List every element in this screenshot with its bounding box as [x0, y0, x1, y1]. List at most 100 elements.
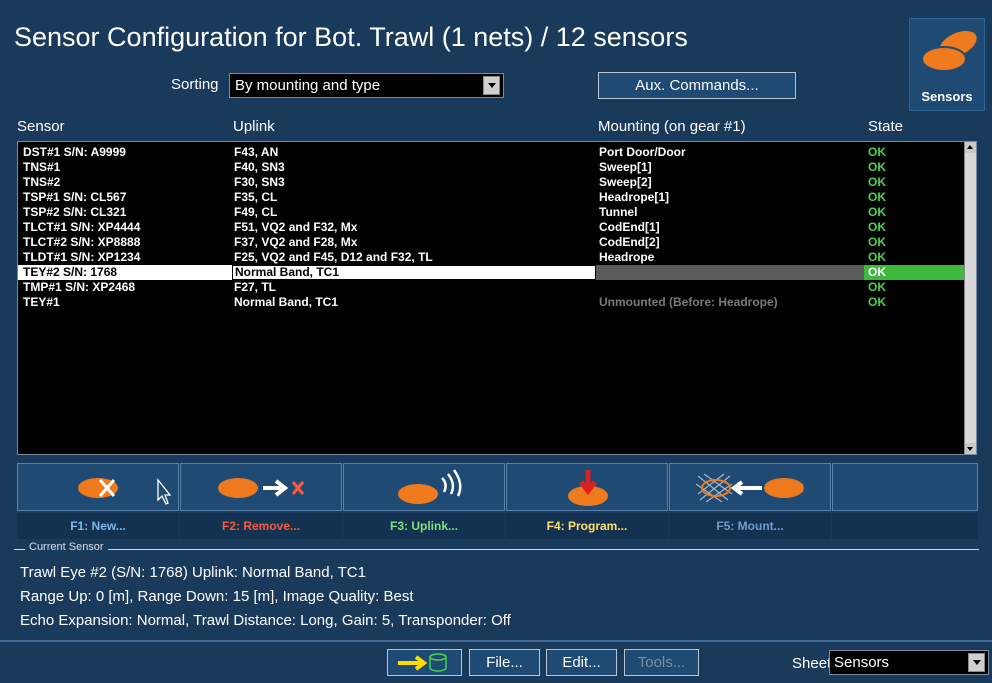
edit-button[interactable]: Edit...: [546, 649, 617, 676]
sensor-cell: DST#1 S/N: A9999: [23, 145, 126, 159]
sorting-value: By mounting and type: [235, 77, 381, 94]
uplink-cell: Normal Band, TC1: [232, 265, 596, 280]
f1-label: F1: New...: [17, 513, 179, 539]
mounting-cell: Tunnel: [599, 205, 638, 219]
table-row[interactable]: TEY#1 Normal Band, TC1 Unmounted (Before…: [18, 295, 963, 310]
table-row[interactable]: TLDT#1 S/N: XP1234 F25, VQ2 and F45, D12…: [18, 250, 963, 265]
f3-uplink-button[interactable]: F3: Uplink...: [343, 463, 505, 539]
mounting-cell: [596, 265, 864, 280]
state-cell: OK: [868, 160, 886, 174]
function-key-bar: F1: New... F2: Remove... F3: Uplink... F…: [17, 463, 978, 539]
table-row[interactable]: TNS#2 F30, SN3 Sweep[2] OK: [18, 175, 963, 190]
sensor-list[interactable]: DST#1 S/N: A9999 F43, AN Port Door/Door …: [17, 141, 977, 455]
table-row[interactable]: TMP#1 S/N: XP2468 F27, TL OK: [18, 280, 963, 295]
chevron-down-icon[interactable]: [483, 76, 500, 95]
table-row[interactable]: TSP#1 S/N: CL567 F35, CL Headrope[1] OK: [18, 190, 963, 205]
current-sensor-legend: Current Sensor: [25, 541, 108, 553]
table-row[interactable]: DST#1 S/N: A9999 F43, AN Port Door/Door …: [18, 145, 963, 160]
sensor-cell: TNS#1: [23, 160, 61, 174]
uplink-cell: F30, SN3: [234, 175, 285, 189]
uplink-cell: Normal Band, TC1: [234, 295, 339, 309]
f2-remove-button[interactable]: F2: Remove...: [180, 463, 342, 539]
mounting-cell: Sweep[2]: [599, 175, 652, 189]
column-header-state[interactable]: State: [868, 118, 903, 135]
sensor-cell: TSP#2 S/N: CL321: [23, 205, 127, 219]
state-cell: OK: [868, 220, 886, 234]
f6-empty-button[interactable]: [832, 463, 978, 539]
aux-commands-button[interactable]: Aux. Commands...: [598, 72, 796, 99]
sensor-cell: TSP#1 S/N: CL567: [23, 190, 127, 204]
uplink-cell: F43, AN: [234, 145, 279, 159]
uplink-icon: [398, 469, 462, 504]
f1-new-button[interactable]: F1: New...: [17, 463, 179, 539]
uplink-cell: F27, TL: [234, 280, 277, 294]
column-header-sensor[interactable]: Sensor: [17, 118, 65, 135]
table-row[interactable]: TSP#2 S/N: CL321 F49, CL Tunnel OK: [18, 205, 963, 220]
mounting-cell: CodEnd[2]: [599, 235, 660, 249]
mounting-cell: Sweep[1]: [599, 160, 652, 174]
scroll-down-icon[interactable]: [965, 443, 976, 454]
f3-label: F3: Uplink...: [343, 513, 505, 539]
state-cell: OK: [868, 280, 886, 294]
current-sensor-line-1: Trawl Eye #2 (S/N: 1768) Uplink: Normal …: [20, 564, 366, 581]
file-button[interactable]: File...: [469, 649, 540, 676]
sensor-cell: TMP#1 S/N: XP2468: [23, 280, 136, 294]
sheet-dropdown[interactable]: Sensors: [829, 650, 989, 675]
state-cell: OK: [868, 235, 886, 249]
sensor-cell: TLCT#2 S/N: XP8888: [23, 235, 141, 249]
mounting-cell: Headrope: [599, 250, 655, 264]
f5-label: F5: Mount...: [669, 513, 831, 539]
table-row[interactable]: TNS#1 F40, SN3 Sweep[1] OK: [18, 160, 963, 175]
sensor-cell: TLDT#1 S/N: XP1234: [23, 250, 141, 264]
tools-button[interactable]: Tools...: [624, 649, 699, 676]
sorting-dropdown[interactable]: By mounting and type: [229, 73, 504, 98]
sensors-badge-label: Sensors: [921, 89, 973, 104]
sensor-cell: TEY#2 S/N: 1768: [18, 265, 232, 280]
mounting-cell: Unmounted (Before: Headrope): [599, 295, 778, 309]
mounting-cell: Port Door/Door: [599, 145, 686, 159]
program-icon: [568, 470, 608, 506]
current-sensor-line-2: Range Up: 0 [m], Range Down: 15 [m], Ima…: [20, 588, 414, 605]
current-sensor-line-3: Echo Expansion: Normal, Trawl Distance: …: [20, 612, 511, 629]
mounting-cell: CodEnd[1]: [599, 220, 660, 234]
chevron-down-icon[interactable]: [968, 653, 985, 672]
sheet-value: Sensors: [834, 654, 890, 671]
table-row[interactable]: TLCT#2 S/N: XP8888 F37, VQ2 and F28, Mx …: [18, 235, 963, 250]
f5-mount-button[interactable]: F5: Mount...: [669, 463, 831, 539]
uplink-cell: F49, CL: [234, 205, 278, 219]
data-arrow-button[interactable]: [387, 649, 462, 676]
uplink-cell: F35, CL: [234, 190, 278, 204]
state-cell: OK: [868, 250, 886, 264]
remove-sensor-icon: [218, 478, 305, 498]
state-cell: OK: [868, 205, 886, 219]
sheet-label: Sheet: [792, 655, 832, 672]
uplink-cell: F37, VQ2 and F28, Mx: [234, 235, 358, 249]
f2-label: F2: Remove...: [180, 513, 342, 539]
scroll-up-icon[interactable]: [965, 142, 976, 153]
uplink-cell: F51, VQ2 and F32, Mx: [234, 220, 358, 234]
list-scrollbar[interactable]: [964, 142, 976, 454]
table-row-selected[interactable]: TEY#2 S/N: 1768 Normal Band, TC1 OK: [18, 265, 972, 280]
state-cell: OK: [864, 265, 972, 280]
mount-icon: [695, 473, 804, 503]
sensor-cell: TLCT#1 S/N: XP4444: [23, 220, 141, 234]
state-cell: OK: [868, 295, 886, 309]
f4-program-button[interactable]: F4: Program...: [506, 463, 668, 539]
table-row[interactable]: TLCT#1 S/N: XP4444 F51, VQ2 and F32, Mx …: [18, 220, 963, 235]
f6-label: [832, 513, 978, 539]
state-cell: OK: [868, 190, 886, 204]
sensor-icon: [921, 30, 977, 72]
sensors-badge[interactable]: Sensors: [909, 18, 985, 111]
uplink-cell: F40, SN3: [234, 160, 285, 174]
mounting-cell: Headrope[1]: [599, 190, 670, 204]
new-sensor-icon: [78, 478, 172, 505]
window-title: Sensor Configuration for Bot. Trawl (1 n…: [14, 22, 688, 52]
sensor-cell: TEY#1: [23, 295, 60, 309]
column-header-uplink[interactable]: Uplink: [233, 118, 275, 135]
f4-label: F4: Program...: [506, 513, 668, 539]
column-header-mounting[interactable]: Mounting (on gear #1): [598, 118, 746, 135]
uplink-cell: F25, VQ2 and F45, D12 and F32, TL: [234, 250, 433, 264]
arrow-database-icon: [398, 653, 447, 672]
sensor-cell: TNS#2: [23, 175, 61, 189]
state-cell: OK: [868, 175, 886, 189]
